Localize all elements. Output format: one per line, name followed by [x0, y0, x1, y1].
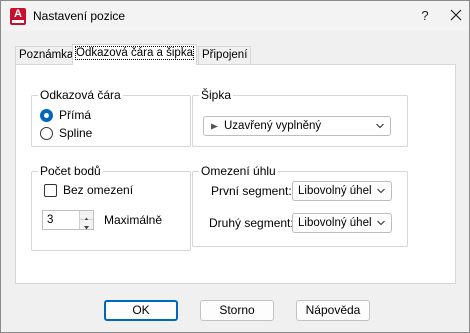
closed-filled-arrow-icon — [211, 123, 218, 130]
second-segment-dropdown[interactable]: Libovolný úhel — [292, 213, 392, 233]
chevron-down-icon — [377, 188, 385, 194]
chevron-down-icon — [376, 123, 384, 129]
tab-odkazova-cara-label: Odkazová čára a šipka — [75, 46, 194, 60]
app-icon-band — [12, 20, 24, 23]
arrow-group: Šipka Uzavřený vyplněný — [192, 88, 408, 147]
second-segment-label: Druhý segment: — [209, 216, 294, 230]
triangle-down-icon — [84, 226, 89, 230]
title-bar[interactable]: A Nastavení pozice ? — [1, 1, 469, 31]
no-limit-checkbox[interactable] — [44, 184, 57, 197]
tab-pripojeni[interactable]: Připojení — [198, 46, 252, 64]
window-title: Nastavení pozice — [33, 9, 126, 23]
tab-odkazova-cara[interactable]: Odkazová čára a šipka — [72, 44, 197, 65]
chevron-down-icon — [377, 220, 385, 226]
arrow-type-dropdown[interactable]: Uzavřený vyplněný — [203, 116, 391, 136]
angle-group: Omezení úhlu První segment: Libovolný úh… — [192, 164, 408, 247]
angle-group-title: Omezení úhlu — [199, 164, 278, 178]
points-group: Počet bodů Bez omezení 3 Maximálně — [31, 164, 191, 251]
autocad-app-icon: A — [10, 8, 26, 25]
leader-group: Odkazová čára Přímá Spline — [31, 88, 191, 147]
max-points-value[interactable]: 3 — [47, 211, 53, 229]
help-button[interactable]: Nápověda — [296, 300, 370, 321]
close-icon — [450, 9, 462, 21]
cancel-button[interactable]: Storno — [200, 300, 274, 321]
ok-button[interactable]: OK — [104, 300, 178, 321]
tab-panel: Odkazová čára Přímá Spline Šipka Uzavřen… — [15, 64, 456, 284]
leader-group-title: Odkazová čára — [38, 88, 123, 102]
arrow-type-value: Uzavřený vyplněný — [224, 120, 322, 132]
radio-prima[interactable] — [40, 109, 53, 122]
first-segment-label: První segment: — [211, 184, 292, 198]
first-segment-value: Libovolný úhel — [298, 185, 372, 197]
max-points-label: Maximálně — [104, 213, 163, 227]
dialog-window: A Nastavení pozice ? Poznámka Odkazová č… — [0, 0, 470, 333]
stepper-buttons — [79, 211, 93, 230]
radio-spline[interactable] — [40, 127, 53, 140]
stepper-up-button[interactable] — [80, 211, 93, 221]
first-segment-dropdown[interactable]: Libovolný úhel — [292, 181, 392, 201]
arrow-group-title: Šipka — [199, 88, 234, 102]
tab-poznamka[interactable]: Poznámka — [15, 46, 78, 64]
radio-spline-label[interactable]: Spline — [59, 126, 92, 140]
close-button[interactable] — [448, 7, 464, 23]
help-title-button[interactable]: ? — [417, 8, 433, 24]
no-limit-label[interactable]: Bez omezení — [63, 183, 133, 197]
max-points-stepper[interactable]: 3 — [42, 210, 94, 230]
app-icon-letter: A — [14, 8, 22, 20]
second-segment-value: Libovolný úhel — [298, 217, 372, 229]
radio-prima-label[interactable]: Přímá — [59, 108, 91, 122]
stepper-down-button[interactable] — [80, 220, 93, 230]
points-group-title: Počet bodů — [38, 164, 103, 178]
